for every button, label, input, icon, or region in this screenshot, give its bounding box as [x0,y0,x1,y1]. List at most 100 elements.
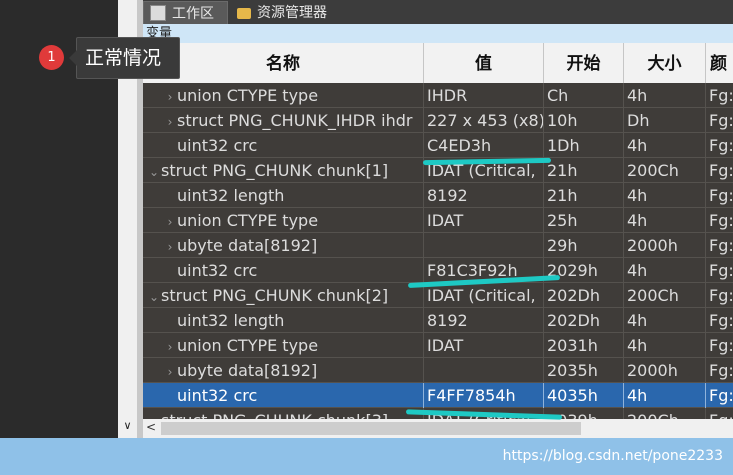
cell-name: uint32 crc [143,383,424,408]
cell-start: 2035h [544,358,624,383]
cell-start: 10h [544,108,624,133]
cell-start: 21h [544,158,624,183]
cell-name: ›struct PNG_CHUNK chunk[3] [143,408,424,419]
expand-chevron-right-icon[interactable]: › [163,110,177,133]
cell-value: IDAT [424,208,544,233]
cell-start: Ch [544,83,624,108]
scrollbar-thumb[interactable] [161,422,581,435]
cell-color: Fg: [706,408,733,419]
cell-name: uint32 crc [143,133,424,158]
column-header-start[interactable]: 开始 [544,43,624,83]
expand-chevron-right-icon[interactable]: › [147,410,161,419]
table-row[interactable]: uint32 crc F81C3F92h 2029h 4h Fg: [143,258,733,283]
document-icon [150,5,166,21]
cell-color: Fg: [706,283,733,308]
row-name-text: uint32 crc [177,386,258,405]
cell-size: 4h [624,208,706,233]
cell-size: 4h [624,258,706,283]
column-header-name[interactable]: 名称 [143,43,424,83]
table-header: 名称 值 开始 大小 颜 [143,43,733,84]
cell-size: 2000h [624,233,706,258]
row-name-text: union CTYPE type [177,336,319,355]
variables-panel: 变量 名称 值 开始 大小 颜 › union CTYPE type IHDR Ch 4… [143,24,733,438]
table-row[interactable]: uint32 crc C4ED3h 1Dh 4h Fg: [143,133,733,158]
expand-chevron-down-icon[interactable]: ⌄ [147,285,161,308]
cell-color: Fg: [706,308,733,333]
row-name-text: struct PNG_CHUNK chunk[2] [161,286,389,305]
cell-size: 200Ch [624,283,706,308]
cell-name: uint32 length [143,308,424,333]
cell-name: › struct PNG_CHUNK_IHDR ihdr [143,108,424,133]
scroll-down-arrow-icon[interactable]: ∨ [118,419,137,432]
cell-value: 8192 [424,183,544,208]
row-name-text: struct PNG_CHUNK_IHDR ihdr [177,111,413,130]
cell-name: › union CTYPE type [143,208,424,233]
cell-value: F4FF7854h [424,383,544,408]
expand-chevron-right-icon[interactable]: › [163,85,177,108]
cell-color: Fg: [706,208,733,233]
expand-chevron-right-icon[interactable]: › [163,335,177,358]
tab-workspace-label: 工作区 [172,6,214,22]
row-name-text: struct PNG_CHUNK chunk[3] [161,411,388,419]
cell-size: 200Ch [624,158,706,183]
tab-resource-manager[interactable]: 资源管理器 [231,1,327,23]
row-name-text: ubyte data[8192] [177,361,318,380]
tab-resource-manager-label: 资源管理器 [257,5,327,21]
cell-color: Fg: [706,108,733,133]
cell-start: 29h [544,233,624,258]
row-name-text: struct PNG_CHUNK chunk[1] [161,161,389,180]
cell-value: IDAT (Critical, [424,283,544,308]
cell-name: uint32 crc [143,258,424,283]
tab-workspace[interactable]: 工作区 [143,1,228,25]
expand-chevron-down-icon[interactable]: ⌄ [147,160,161,183]
row-name-text: union CTYPE type [177,86,319,105]
horizontal-scrollbar[interactable]: < [143,419,733,438]
callout-text: 正常情况 [85,47,162,69]
cell-color: Fg: [706,383,733,408]
table-row[interactable]: › union CTYPE type IDAT 2031h 4h Fg: [143,333,733,358]
table-row[interactable]: uint32 crc F4FF7854h 4035h 4h Fg: [143,383,733,408]
cell-name: ⌄ struct PNG_CHUNK chunk[2] [143,283,424,308]
cell-color: Fg: [706,333,733,358]
cell-value: 227 x 453 (x8) [424,108,544,133]
cell-start: 21h [544,183,624,208]
cell-size: 4h [624,133,706,158]
expand-chevron-right-icon[interactable]: › [163,235,177,258]
table-row[interactable]: uint32 length 8192 21h 4h Fg: [143,183,733,208]
cell-name: ⌄ struct PNG_CHUNK chunk[1] [143,158,424,183]
cell-name: uint32 length [143,183,424,208]
row-name-text: uint32 crc [177,261,258,280]
callout-tooltip: 正常情况 [69,37,180,79]
watermark-text: https://blog.csdn.net/pone2233 [502,448,723,464]
panel-title: 变量 [143,24,733,43]
row-name-text: uint32 length [177,186,285,205]
cell-start: 4035h [544,383,624,408]
expand-chevron-right-icon[interactable]: › [163,360,177,383]
scroll-left-arrow-icon[interactable]: < [146,420,156,434]
cell-name: › ubyte data[8192] [143,358,424,383]
table-row[interactable]: › struct PNG_CHUNK_IHDR ihdr 227 x 453 (x8… [143,108,733,133]
table-row[interactable]: › union CTYPE type IDAT 25h 4h Fg: [143,208,733,233]
cell-value [424,358,544,383]
table-row[interactable]: › union CTYPE type IHDR Ch 4h Fg: [143,83,733,108]
cell-color: Fg: [706,233,733,258]
table-row[interactable]: › ubyte data[8192] 2035h 2000h Fg: [143,358,733,383]
cell-color: Fg: [706,133,733,158]
cell-size: 4h [624,333,706,358]
table-row[interactable]: › ubyte data[8192] 29h 2000h Fg: [143,233,733,258]
cell-color: Fg: [706,83,733,108]
cell-value [424,233,544,258]
column-header-value[interactable]: 值 [424,43,544,83]
cell-size: 4h [624,83,706,108]
column-header-size[interactable]: 大小 [624,43,706,83]
expand-chevron-right-icon[interactable]: › [163,210,177,233]
row-name-text: uint32 length [177,311,285,330]
cell-size: Dh [624,108,706,133]
table-row[interactable]: ⌄ struct PNG_CHUNK chunk[2] IDAT (Critical… [143,283,733,308]
cell-start: 202Dh [544,283,624,308]
cell-start: 2031h [544,333,624,358]
table-row[interactable]: uint32 length 8192 202Dh 4h Fg: [143,308,733,333]
cell-start: 202Dh [544,308,624,333]
column-header-color[interactable]: 颜 [706,43,733,83]
cell-color: Fg: [706,158,733,183]
